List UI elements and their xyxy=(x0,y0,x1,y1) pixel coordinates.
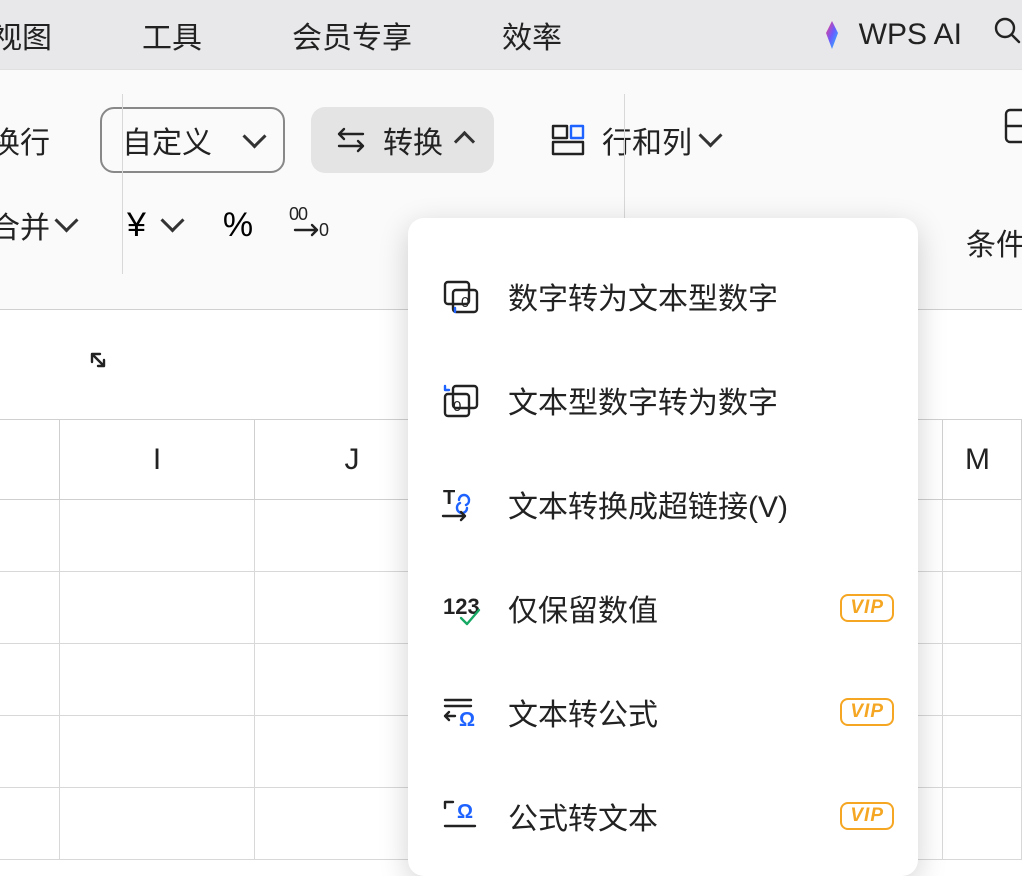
menu-item-formula-to-text[interactable]: Ω 公式转文本 VIP xyxy=(408,764,918,868)
rows-columns-label: 行和列 xyxy=(602,118,692,162)
column-header-I[interactable]: I xyxy=(60,420,255,499)
convert-dropdown-menu: 0 数字转为文本型数字 0 文本型数字转为数字 T 文本转换成超链接( xyxy=(408,218,918,876)
column-header-M[interactable]: M xyxy=(942,420,1022,499)
menu-item-label: 文本型数字转为数字 xyxy=(508,378,894,422)
chevron-down-icon xyxy=(246,123,263,157)
menu-tab-tools[interactable]: 工具 xyxy=(97,13,247,57)
currency-format-button[interactable]: ¥ xyxy=(127,206,181,245)
svg-text:Ω: Ω xyxy=(457,801,473,823)
svg-text:0: 0 xyxy=(461,294,469,311)
partial-icon-right[interactable] xyxy=(1004,106,1022,151)
merge-label: 合并 xyxy=(0,203,50,247)
menu-item-label: 公式转文本 xyxy=(508,794,826,838)
conditional-format-button[interactable]: 条件 xyxy=(966,220,1022,264)
chevron-down-icon xyxy=(164,212,181,239)
vip-badge: VIP xyxy=(840,698,894,726)
chevron-down-icon xyxy=(702,127,719,154)
convert-button[interactable]: 转换 xyxy=(311,107,494,173)
text-to-formula-icon: Ω xyxy=(436,694,486,730)
percent-format-button[interactable]: % xyxy=(223,206,253,245)
wps-ai-icon xyxy=(815,18,849,52)
search-icon[interactable] xyxy=(982,15,1022,54)
convert-icon xyxy=(333,125,369,155)
vip-badge: VIP xyxy=(840,594,894,622)
svg-text:T: T xyxy=(443,487,455,509)
menu-item-textnum-to-num[interactable]: 0 文本型数字转为数字 xyxy=(408,348,918,452)
menu-item-num-to-textnum[interactable]: 0 数字转为文本型数字 xyxy=(408,244,918,348)
menu-tab-efficiency[interactable]: 效率 xyxy=(457,13,607,57)
convert-label: 转换 xyxy=(383,118,443,162)
svg-text:00: 00 xyxy=(289,204,308,224)
menu-tab-view[interactable]: 视图 xyxy=(0,13,97,57)
increase-decimal-button[interactable]: 00 0 xyxy=(289,204,337,246)
menu-tab-member[interactable]: 会员专享 xyxy=(247,13,457,57)
number-format-label: 自定义 xyxy=(122,118,212,162)
chevron-down-icon xyxy=(58,212,75,239)
main-menu-bar: 视图 工具 会员专享 效率 WPS AI xyxy=(0,0,1022,70)
menu-item-label: 文本转换成超链接(V) xyxy=(508,482,894,526)
svg-text:0: 0 xyxy=(453,398,461,415)
menu-item-label: 数字转为文本型数字 xyxy=(508,274,894,318)
column-header-blank[interactable] xyxy=(0,420,60,499)
vip-badge: VIP xyxy=(840,802,894,830)
text-to-hyperlink-icon: T xyxy=(436,486,486,522)
wps-ai-button[interactable]: WPS AI xyxy=(815,18,982,52)
menu-item-label: 仅保留数值 xyxy=(508,586,826,630)
num-to-textnum-icon: 0 xyxy=(436,278,486,314)
group-divider xyxy=(122,94,123,274)
wrap-text-button[interactable]: 换行 xyxy=(0,118,50,162)
svg-text:0: 0 xyxy=(319,220,329,238)
svg-text:Ω: Ω xyxy=(459,709,475,730)
menu-item-keep-values[interactable]: 123 仅保留数值 VIP xyxy=(408,556,918,660)
chevron-up-icon xyxy=(457,123,472,157)
keep-values-icon: 123 xyxy=(436,590,486,626)
formula-to-text-icon: Ω xyxy=(436,798,486,834)
number-format-select[interactable]: 自定义 xyxy=(100,107,285,173)
currency-symbol: ¥ xyxy=(127,206,146,245)
menu-item-text-to-formula[interactable]: Ω 文本转公式 VIP xyxy=(408,660,918,764)
textnum-to-num-icon: 0 xyxy=(436,382,486,418)
wps-ai-label: WPS AI xyxy=(859,18,962,52)
menu-item-label: 文本转公式 xyxy=(508,690,826,734)
rows-columns-icon xyxy=(550,123,588,157)
dialog-launcher-icon[interactable] xyxy=(90,352,106,373)
merge-cells-button[interactable]: 合并 xyxy=(0,203,75,247)
rows-columns-button[interactable]: 行和列 xyxy=(550,118,719,162)
menu-item-text-to-hyperlink[interactable]: T 文本转换成超链接(V) xyxy=(408,452,918,556)
